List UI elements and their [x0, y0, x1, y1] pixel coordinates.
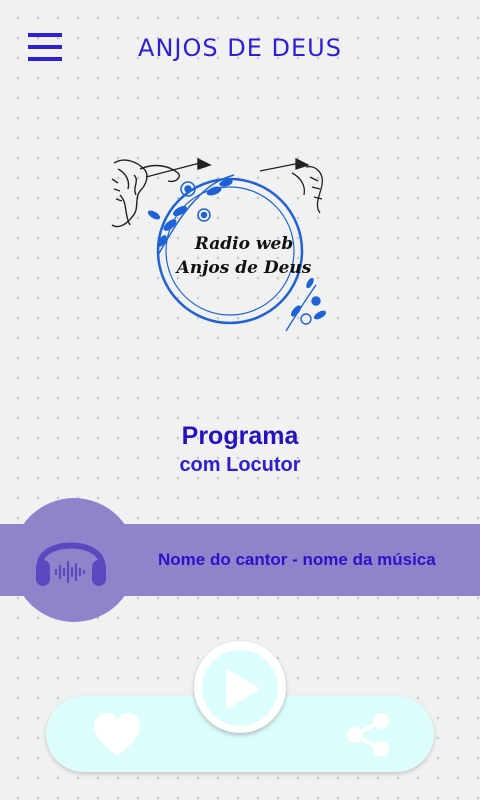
angel-right-illustration	[259, 157, 323, 214]
heart-icon[interactable]	[92, 712, 142, 758]
radio-logo: Radio web Anjos de Deus	[111, 157, 326, 332]
play-icon[interactable]	[224, 669, 260, 709]
headphones-icon	[36, 542, 106, 586]
radio-app-screen: ANJOS DE DEUS Radio web Anjos de Deus Pr…	[0, 0, 480, 800]
app-title: ANJOS DE DEUS	[138, 34, 342, 62]
logo-text-line1: Radio web	[194, 234, 293, 254]
now-playing-song: Nome do cantor - nome da música	[158, 550, 436, 569]
logo-text-line2: Anjos de Deus	[175, 258, 312, 278]
share-icon[interactable]	[345, 712, 391, 758]
program-name: Programa	[181, 422, 299, 450]
angel-left-illustration	[111, 157, 212, 228]
program-host: com Locutor	[179, 454, 301, 476]
hamburger-menu-icon[interactable]	[28, 33, 64, 63]
header: ANJOS DE DEUS	[0, 0, 480, 100]
